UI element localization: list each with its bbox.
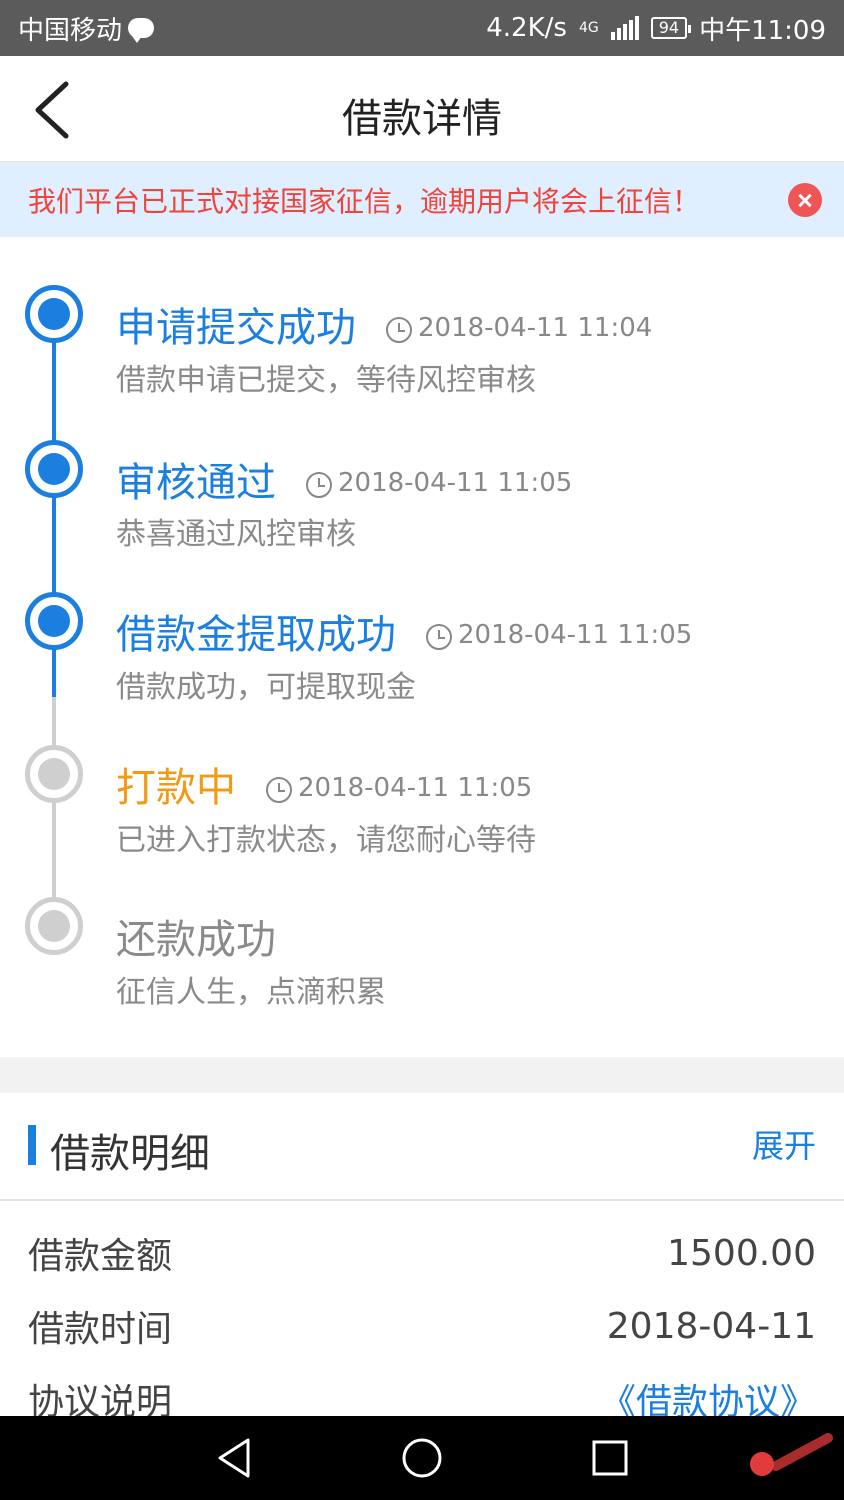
- step-title: 还款成功: [116, 917, 276, 963]
- carrier-name: 中国移动: [18, 15, 123, 46]
- loan-detail-body: 借款金额 1500.00 借款时间 2018-04-11 协议说明 《借款协议》: [0, 1201, 844, 1416]
- step-done-icon: [25, 440, 83, 498]
- detail-row-agreement: 协议说明 《借款协议》: [28, 1369, 816, 1416]
- step-time: 2018-04-11 11:05: [298, 773, 533, 803]
- detail-row-amount: 借款金额 1500.00: [28, 1223, 816, 1283]
- agreement-link[interactable]: 《借款协议》: [600, 1373, 816, 1416]
- system-nav-bar: [0, 1416, 844, 1500]
- nav-bar: 借款详情: [0, 56, 844, 162]
- timeline-line-pending: [52, 697, 56, 927]
- nav-back-icon[interactable]: [212, 1436, 256, 1480]
- step-desc: 恭喜通过风控审核: [116, 517, 356, 552]
- status-right: 4.2K/s 4G 94 中午11:09: [486, 10, 826, 47]
- network-type: 4G: [578, 20, 599, 36]
- step-desc: 征信人生，点滴积累: [116, 975, 386, 1010]
- step-time: 2018-04-11 11:04: [418, 313, 653, 343]
- section-title: 借款明细: [50, 1131, 210, 1177]
- step-pending-icon: [25, 745, 83, 803]
- clock-icon: [386, 317, 412, 343]
- clock-time: 中午11:09: [699, 15, 826, 46]
- clock-icon: [266, 777, 292, 803]
- message-icon: [128, 18, 155, 43]
- step-desc: 借款申请已提交，等待风控审核: [116, 363, 536, 398]
- step-done-icon: [25, 592, 83, 650]
- progress-timeline: 申请提交成功 2018-04-11 11:04 借款申请已提交，等待风控审核 审…: [0, 237, 844, 1057]
- step-title: 审核通过: [116, 460, 276, 506]
- step-desc: 已进入打款状态，请您耐心等待: [116, 823, 536, 858]
- step-time: 2018-04-11 11:05: [338, 468, 573, 498]
- detail-value: 1500.00: [667, 1232, 816, 1274]
- loan-detail-header: 借款明细 展开: [0, 1093, 844, 1201]
- page-title: 借款详情: [342, 96, 502, 142]
- network-speed: 4.2K/s: [486, 13, 567, 43]
- nav-recent-icon[interactable]: [588, 1436, 632, 1480]
- step-title: 打款中: [116, 765, 236, 811]
- watermark-logo-icon: [750, 1433, 833, 1476]
- step-pending-icon: [25, 897, 83, 955]
- step-title: 申请提交成功: [116, 305, 356, 351]
- carrier-group: 中国移动: [18, 10, 155, 47]
- section-accent-bar: [28, 1125, 36, 1165]
- clock-icon: [306, 472, 332, 498]
- step-title: 借款金提取成功: [116, 612, 396, 658]
- signal-icon: [610, 16, 639, 40]
- detail-label: 借款时间: [28, 1309, 173, 1350]
- battery-icon: 94: [650, 17, 692, 39]
- close-icon[interactable]: [788, 183, 822, 217]
- step-done-icon: [25, 285, 83, 343]
- detail-label: 协议说明: [28, 1382, 173, 1416]
- nav-home-icon[interactable]: [400, 1436, 444, 1480]
- notice-banner: 我们平台已正式对接国家征信，逾期用户将会上征信！: [0, 162, 844, 237]
- clock-icon: [426, 624, 452, 650]
- notice-text: 我们平台已正式对接国家征信，逾期用户将会上征信！: [28, 184, 701, 218]
- expand-button[interactable]: 展开: [752, 1121, 816, 1167]
- detail-value: 2018-04-11: [606, 1305, 816, 1347]
- step-time: 2018-04-11 11:05: [458, 620, 693, 650]
- detail-label: 借款金额: [28, 1236, 173, 1277]
- status-bar: 中国移动 4.2K/s 4G 94 中午11:09: [0, 0, 844, 56]
- detail-row-time: 借款时间 2018-04-11: [28, 1296, 816, 1356]
- step-desc: 借款成功，可提取现金: [116, 670, 416, 705]
